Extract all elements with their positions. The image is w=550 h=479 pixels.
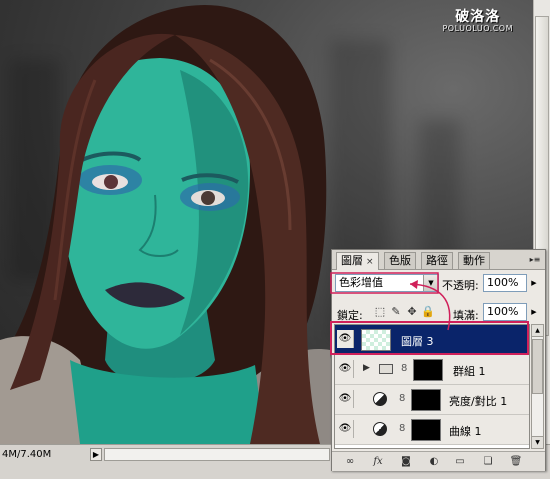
layer-row-group1[interactable]: 👁 ▶ 8 群組 1 xyxy=(335,355,529,385)
adjustment-layer-icon[interactable]: ◐ xyxy=(426,455,442,469)
visibility-eye-icon[interactable]: 👁 xyxy=(337,390,354,408)
lock-all-icon[interactable]: 🔒 xyxy=(421,305,435,319)
tab-actions[interactable]: 動作 xyxy=(458,252,490,269)
lock-position-icon[interactable]: ✥ xyxy=(405,305,419,319)
folder-icon xyxy=(379,364,393,374)
chevron-down-icon[interactable]: ▼ xyxy=(423,275,438,291)
link-icon[interactable]: ∞ xyxy=(342,455,358,469)
opacity-arrow-icon[interactable]: ▶ xyxy=(529,274,539,292)
fill-input[interactable]: 100% xyxy=(483,303,527,321)
layer-name: 曲線 1 xyxy=(449,425,482,438)
fx-icon[interactable]: fx xyxy=(370,455,386,469)
adjustment-icon xyxy=(373,392,387,406)
fill-arrow-icon[interactable]: ▶ xyxy=(529,303,539,321)
link-chain-icon: 8 xyxy=(399,393,406,404)
tab-paths[interactable]: 路徑 xyxy=(421,252,453,269)
layer-row-curves[interactable]: 👁 8 曲線 1 xyxy=(335,415,529,445)
status-menu-arrow-icon[interactable]: ▶ xyxy=(90,448,102,461)
mask-icon[interactable]: ◙ xyxy=(398,455,414,469)
opacity-label: 不透明: xyxy=(442,279,479,292)
canvas-horizontal-scrollbar[interactable] xyxy=(104,448,330,461)
lock-transparency-icon[interactable]: ⬚ xyxy=(373,305,387,319)
mask-thumbnail xyxy=(411,389,441,411)
expand-arrow-icon[interactable]: ▶ xyxy=(363,363,370,373)
panel-menu-icon[interactable]: ▸≡ xyxy=(528,254,542,266)
tab-channels[interactable]: 色版 xyxy=(384,252,416,269)
visibility-eye-icon[interactable]: 👁 xyxy=(337,360,354,378)
tab-actions-label: 動作 xyxy=(463,254,485,267)
watermark-logo: 破洛洛 POLUOLUO.COM xyxy=(442,6,513,33)
layer-name: 亮度/對比 1 xyxy=(449,395,508,408)
tab-layers-label: 圖層 xyxy=(341,254,363,267)
link-chain-icon: 8 xyxy=(401,363,408,374)
tab-layers[interactable]: 圖層 × xyxy=(336,252,379,270)
lock-label: 鎖定: xyxy=(337,309,363,322)
fill-label: 填滿: xyxy=(453,309,479,322)
right-iris xyxy=(201,191,215,205)
panel-tab-bar: 圖層 × 色版 路徑 動作 ▸≡ xyxy=(332,250,545,270)
layer-list: 👁 圖層 3 👁 ▶ 8 群組 1 👁 8 亮度/對比 1 👁 8 曲線 1 xyxy=(334,324,530,449)
scroll-up-icon[interactable]: ▲ xyxy=(532,325,543,337)
tab-paths-label: 路徑 xyxy=(426,254,448,267)
trash-icon[interactable]: 🗑 xyxy=(508,455,524,469)
new-layer-icon[interactable]: ❏ xyxy=(480,455,496,469)
layer-thumbnail xyxy=(361,329,391,351)
mask-thumbnail xyxy=(411,419,441,441)
visibility-eye-icon[interactable]: 👁 xyxy=(337,420,354,438)
opacity-input[interactable]: 100% xyxy=(483,274,527,292)
watermark-sub: POLUOLUO.COM xyxy=(442,24,513,33)
watermark-main: 破洛洛 xyxy=(455,9,501,25)
layer-list-scroll-thumb[interactable] xyxy=(532,339,543,394)
layer-row-layer3[interactable]: 👁 圖層 3 xyxy=(335,325,529,355)
link-chain-icon: 8 xyxy=(399,423,406,434)
blend-mode-select[interactable]: 色彩增值 ▼ xyxy=(335,274,439,292)
tab-channels-label: 色版 xyxy=(389,254,411,267)
document-size-readout: 4M/7.40M xyxy=(2,449,52,460)
blend-mode-value: 色彩增值 xyxy=(339,276,383,289)
group-folder-icon[interactable]: ▭ xyxy=(452,455,468,469)
mask-thumbnail xyxy=(413,359,443,381)
lock-paint-icon[interactable]: ✎ xyxy=(389,305,403,319)
layer-list-scrollbar[interactable]: ▲ ▼ xyxy=(531,324,544,449)
layer-name: 圖層 3 xyxy=(401,335,434,348)
layers-panel-footer: ∞ fx ◙ ◐ ▭ ❏ 🗑 xyxy=(332,451,545,471)
tab-close-icon[interactable]: × xyxy=(366,257,374,267)
layer-row-brightness-contrast[interactable]: 👁 8 亮度/對比 1 xyxy=(335,385,529,415)
visibility-eye-icon[interactable]: 👁 xyxy=(337,330,354,348)
scroll-down-icon[interactable]: ▼ xyxy=(532,436,543,448)
adjustment-icon xyxy=(373,422,387,436)
layers-panel: 圖層 × 色版 路徑 動作 ▸≡ 色彩增值 ▼ 不透明: 100% ▶ 鎖定: ⬚… xyxy=(331,249,546,471)
layer-name: 群組 1 xyxy=(453,365,486,378)
left-iris xyxy=(104,175,118,189)
